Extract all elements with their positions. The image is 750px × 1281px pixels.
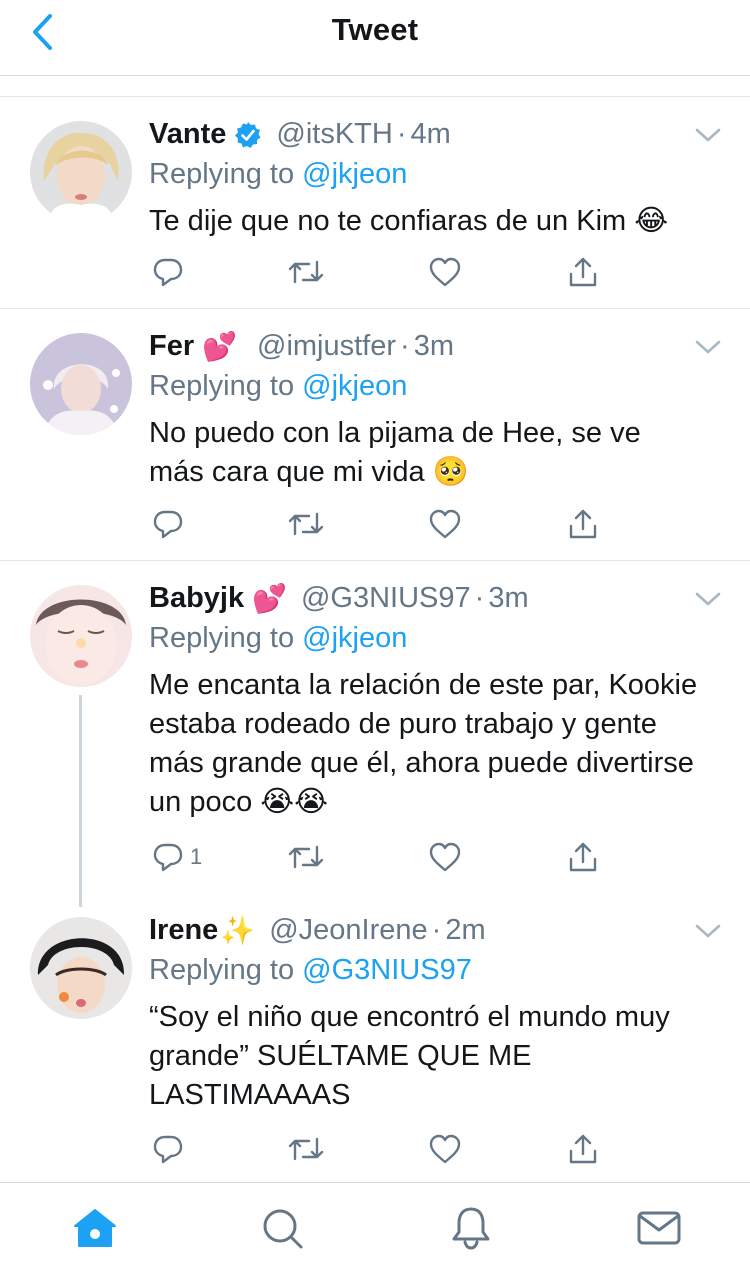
like-icon (429, 509, 461, 539)
chevron-down-icon[interactable] (694, 125, 722, 145)
share-button[interactable] (566, 252, 600, 292)
tweet-actions (150, 252, 610, 292)
like-button[interactable] (428, 1129, 462, 1169)
page-title: Tweet (331, 12, 419, 47)
separator-dot: · (400, 330, 410, 362)
retweet-button[interactable] (287, 837, 325, 877)
tweet-actions: 1 (150, 837, 610, 877)
reply-icon (153, 258, 183, 287)
tweet-header: Fer 💕 @imjustfer · 3m (149, 330, 454, 363)
reply-count: 1 (190, 844, 203, 869)
bottom-tab-bar (0, 1182, 750, 1281)
divider (0, 308, 750, 309)
reply-button[interactable] (152, 252, 184, 292)
handle[interactable]: @itsKTH (276, 118, 392, 151)
display-name[interactable]: Vante (149, 118, 226, 151)
chevron-down-icon[interactable] (694, 589, 722, 609)
tab-notifications[interactable] (446, 1203, 496, 1253)
chevron-down-icon[interactable] (694, 337, 722, 357)
share-button[interactable] (566, 504, 600, 544)
home-icon (74, 1209, 116, 1247)
share-button[interactable] (566, 1129, 600, 1169)
mention-link[interactable]: @jkjeon (302, 370, 407, 402)
tweet-header: Vante @itsKTH · 4m (149, 118, 451, 151)
replying-to: Replying to @jkjeon (149, 370, 408, 402)
notifications-icon (452, 1207, 490, 1250)
timestamp: 2m (445, 914, 486, 946)
tweet-header: Irene ✨ @JeonIrene · 2m (149, 914, 486, 947)
replying-to: Replying to @G3NIUS97 (149, 954, 472, 986)
replying-to: Replying to @jkjeon (149, 158, 408, 190)
avatar[interactable] (30, 585, 132, 687)
avatar[interactable] (30, 917, 132, 1019)
mention-link[interactable]: @jkjeon (302, 622, 407, 654)
like-button[interactable] (428, 837, 462, 877)
reply-icon (153, 843, 183, 872)
handle[interactable]: @JeonIrene (269, 914, 427, 947)
like-button[interactable] (428, 252, 462, 292)
retweet-button[interactable] (287, 252, 325, 292)
tweet-text: Me encanta la relación de este par, Kook… (149, 669, 698, 818)
top-nav-bar: Tweet (0, 0, 750, 76)
share-icon (569, 509, 597, 539)
retweet-icon (288, 1137, 324, 1161)
reply-button[interactable] (152, 504, 184, 544)
heart-emoji: 💕 (202, 331, 238, 362)
tab-search[interactable] (257, 1203, 307, 1253)
verified-badge-icon (235, 121, 261, 148)
mention-link[interactable]: @jkjeon (302, 158, 407, 190)
retweet-button[interactable] (287, 504, 325, 544)
retweet-icon (288, 512, 324, 536)
separator-dot: · (474, 582, 485, 614)
like-button[interactable] (428, 504, 462, 544)
thread-connector (79, 695, 82, 907)
divider (0, 560, 750, 561)
tab-messages[interactable] (634, 1203, 684, 1253)
share-icon (569, 257, 597, 287)
like-icon (429, 842, 461, 872)
tweet-header: Babyjk 💕 @G3NIUS97 · 3m (149, 582, 529, 615)
avatar[interactable] (30, 333, 132, 435)
search-icon (263, 1209, 303, 1249)
tweet-text: Te dije que no te confiaras de un Kim 😂 (149, 205, 669, 237)
timestamp: 4m (410, 118, 451, 150)
heart-emoji: 💕 (252, 583, 287, 614)
separator-dot: · (431, 914, 442, 946)
reply-icon (153, 1135, 183, 1164)
share-icon (569, 1134, 597, 1164)
tweet-actions (150, 504, 610, 544)
timestamp: 3m (413, 330, 454, 362)
share-icon (569, 842, 597, 872)
display-name[interactable]: Babyjk (149, 582, 244, 615)
mention-link[interactable]: @G3NIUS97 (302, 954, 472, 986)
chevron-down-icon[interactable] (694, 921, 722, 941)
tweet-text: “Soy el niño que encontró el mundo muy g… (149, 1001, 670, 1111)
messages-icon (637, 1211, 681, 1245)
retweet-button[interactable] (287, 1129, 325, 1169)
share-button[interactable] (566, 837, 600, 877)
handle[interactable]: @imjustfer (257, 330, 396, 363)
like-icon (429, 1134, 461, 1164)
retweet-icon (288, 260, 324, 284)
retweet-icon (288, 845, 324, 869)
reply-button[interactable] (152, 1129, 184, 1169)
separator-dot: · (396, 118, 407, 150)
display-name[interactable]: Fer (149, 330, 194, 363)
tweet-text: No puedo con la pijama de Hee, se ve más… (149, 417, 641, 488)
tab-home[interactable] (70, 1203, 120, 1253)
timestamp: 3m (488, 582, 529, 614)
handle[interactable]: @G3NIUS97 (301, 582, 471, 615)
reply-icon (153, 510, 183, 539)
like-icon (429, 257, 461, 287)
reply-button[interactable]: 1 (152, 837, 202, 877)
avatar[interactable] (30, 121, 132, 223)
divider (0, 96, 750, 97)
tweet-actions (150, 1129, 610, 1169)
sparkles-emoji: ✨ (220, 915, 256, 946)
replying-to: Replying to @jkjeon (149, 622, 408, 654)
display-name[interactable]: Irene (149, 914, 218, 947)
